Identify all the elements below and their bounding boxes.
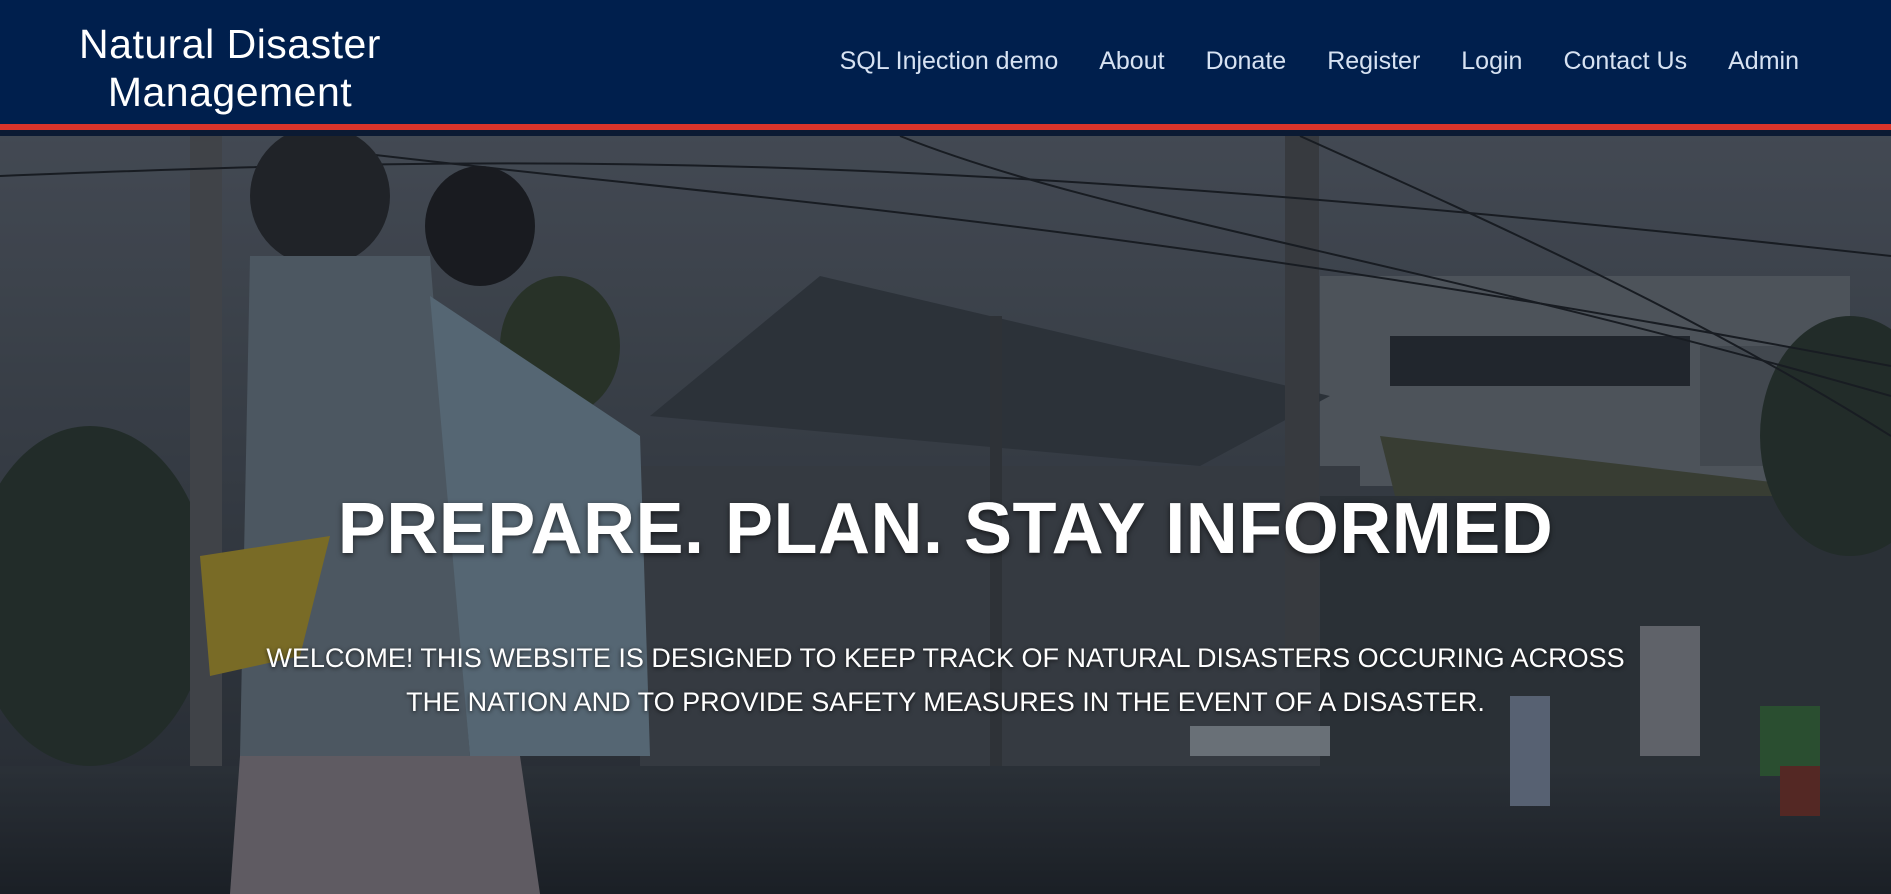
nav-link-contact-us[interactable]: Contact Us <box>1563 47 1687 75</box>
nav-item: SQL Injection demo <box>840 44 1059 78</box>
nav-item: Contact Us <box>1563 44 1687 78</box>
hero-title: PREPARE. PLAN. STAY INFORMED <box>337 489 1554 569</box>
navbar: Natural Disaster Management SQL Injectio… <box>0 0 1891 130</box>
nav-link-about[interactable]: About <box>1099 47 1164 75</box>
nav-item: Admin <box>1728 44 1799 78</box>
nav-link-register[interactable]: Register <box>1327 47 1420 75</box>
nav-item: Donate <box>1206 44 1287 78</box>
nav-item: Register <box>1327 44 1420 78</box>
hero-section: PREPARE. PLAN. STAY INFORMED WELCOME! TH… <box>0 136 1891 894</box>
brand-line-1: Natural Disaster <box>79 21 381 67</box>
brand-line-2: Management <box>107 69 353 115</box>
nav-link-login[interactable]: Login <box>1461 47 1522 75</box>
brand-link[interactable]: Natural Disaster Management <box>60 20 400 116</box>
hero-description: WELCOME! THIS WEBSITE IS DESIGNED TO KEE… <box>266 643 1625 717</box>
nav-link-sql-injection-demo[interactable]: SQL Injection demo <box>840 47 1059 75</box>
main-nav: SQL Injection demo About Donate Register… <box>840 44 1799 78</box>
nav-link-donate[interactable]: Donate <box>1206 47 1287 75</box>
nav-link-admin[interactable]: Admin <box>1728 47 1799 75</box>
nav-item: Login <box>1461 44 1522 78</box>
nav-item: About <box>1099 44 1164 78</box>
